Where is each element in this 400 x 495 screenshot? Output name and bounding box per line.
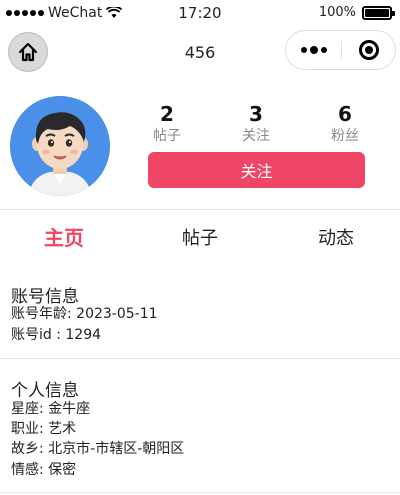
status-bar: WeChat 17:20 100% — [0, 0, 400, 28]
stat-posts[interactable]: 2 帖子 — [137, 102, 197, 146]
status-right: 100% — [318, 5, 395, 20]
relationship: 情感: 保密 — [11, 462, 77, 478]
follow-button[interactable]: 关注 — [148, 152, 365, 188]
stat-label: 帖子 — [153, 128, 181, 144]
account-id: 账号id : 1294 — [11, 327, 102, 343]
tab-home[interactable]: 主页 — [14, 222, 114, 251]
tab-activity[interactable]: 动态 — [286, 224, 386, 250]
close-button[interactable] — [342, 31, 396, 69]
divider — [0, 492, 400, 493]
avatar[interactable] — [10, 96, 110, 196]
avatar-cartoon-icon — [10, 96, 110, 196]
stat-followers[interactable]: 6 粉丝 — [315, 102, 375, 146]
stat-value: 2 — [160, 102, 174, 126]
profile-stats: 2 帖子 3 关注 6 粉丝 — [140, 102, 390, 148]
stat-value: 6 — [338, 102, 352, 126]
divider — [0, 358, 400, 359]
tab-posts[interactable]: 帖子 — [150, 224, 250, 250]
divider — [0, 209, 400, 210]
hometown: 故乡: 北京市-市辖区-朝阳区 — [11, 441, 185, 457]
mini-program-capsule — [285, 30, 396, 70]
battery-icon — [362, 5, 395, 20]
capsule-close-icon — [359, 40, 379, 60]
more-button[interactable] — [286, 31, 341, 69]
stat-following[interactable]: 3 关注 — [226, 102, 286, 146]
stat-label: 粉丝 — [331, 128, 359, 144]
occupation: 职业: 艺术 — [11, 421, 77, 437]
account-age: 账号年龄: 2023-05-11 — [11, 306, 158, 322]
battery-percent: 100% — [318, 5, 356, 20]
stat-value: 3 — [249, 102, 263, 126]
stat-label: 关注 — [242, 128, 270, 144]
more-dots-icon — [300, 47, 307, 53]
navbar: 456 — [0, 28, 400, 76]
battery-fill — [365, 8, 389, 17]
constellation: 星座: 金牛座 — [11, 401, 91, 417]
